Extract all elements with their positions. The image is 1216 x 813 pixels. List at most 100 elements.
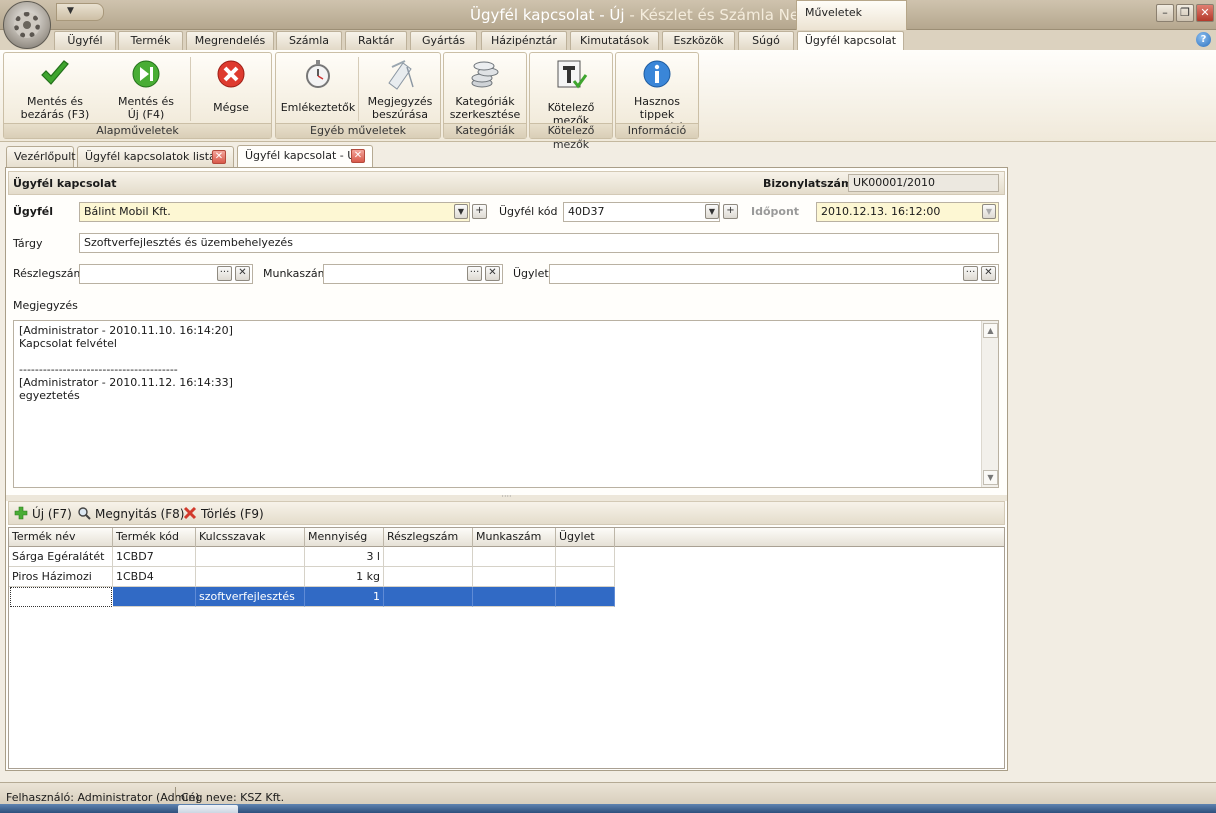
column-header[interactable]: Munkaszám — [473, 528, 556, 547]
browse-job-button[interactable]: ··· — [467, 266, 482, 281]
grid-cell[interactable]: Sárga Egéralátét — [9, 547, 113, 567]
customer-select[interactable]: Bálint Mobil Kft. — [79, 202, 470, 222]
column-header[interactable]: Részlegszám — [384, 528, 473, 547]
time-field[interactable]: 2010.12.13. 16:12:00 — [816, 202, 999, 222]
grid-cell[interactable]: 1 kg — [305, 567, 384, 587]
cancel-label: Mégse — [213, 101, 249, 114]
doc-tab-kapcsolatok-listaja[interactable]: Ügyfél kapcsolatok listája ✕ — [77, 146, 234, 167]
grid-cell-editing[interactable] — [10, 587, 112, 607]
grid-cell[interactable] — [473, 547, 556, 567]
grid-cell[interactable]: 1CBD7 — [113, 547, 196, 567]
app-menu-button[interactable] — [3, 1, 51, 49]
clear-department-button[interactable]: ✕ — [235, 266, 250, 281]
grid-cell[interactable] — [556, 587, 615, 607]
open-row-button[interactable]: Megnyitás (F8) — [77, 505, 184, 523]
deal-field[interactable] — [549, 264, 999, 284]
tab-megrendeles[interactable]: Megrendelés — [186, 31, 274, 50]
clear-job-button[interactable]: ✕ — [485, 266, 500, 281]
group-informacio: Hasznos tippek megjelenítése Információ — [615, 52, 699, 139]
new-row-button[interactable]: Új (F7) — [14, 505, 72, 523]
grid-cell[interactable] — [196, 567, 305, 587]
add-customer-button[interactable]: + — [472, 204, 487, 219]
show-tips-button[interactable]: Hasznos tippek megjelenítése — [618, 55, 696, 134]
save-close-label: Mentés és bezárás (F3) — [20, 95, 90, 121]
close-icon[interactable]: ✕ — [351, 149, 365, 163]
form-title: Ügyfél kapcsolat — [13, 177, 117, 190]
minimize-button[interactable]: – — [1156, 4, 1174, 22]
separator — [190, 57, 191, 121]
note-textarea[interactable]: [Administrator - 2010.11.10. 16:14:20] K… — [13, 320, 999, 488]
scroll-down-icon[interactable]: ▼ — [983, 470, 998, 485]
grid-cell[interactable]: szoftverfejlesztés — [196, 587, 305, 607]
taskbar-button[interactable] — [178, 805, 238, 813]
tab-raktar[interactable]: Raktár — [345, 31, 407, 50]
grid-cell[interactable]: 3 l — [305, 547, 384, 567]
close-icon[interactable]: ✕ — [212, 150, 226, 164]
save-new-button[interactable]: Mentés és Új (F4) — [104, 55, 188, 123]
reminders-label: Emlékeztetők — [280, 101, 356, 114]
clear-deal-button[interactable]: ✕ — [981, 266, 996, 281]
tab-szamla[interactable]: Számla — [276, 31, 342, 50]
browse-deal-button[interactable]: ··· — [963, 266, 978, 281]
scroll-up-icon[interactable]: ▲ — [983, 323, 998, 338]
column-header[interactable]: Ügylet — [556, 528, 615, 547]
grid-cell[interactable]: 1CBD4 — [113, 567, 196, 587]
doc-tab-kapcsolat-uj[interactable]: Ügyfél kapcsolat - Új ✕ — [237, 145, 373, 167]
grid-cell[interactable]: Piros Házimozi — [9, 567, 113, 587]
insert-note-button[interactable]: Megjegyzés beszúrása — [362, 55, 438, 123]
column-header[interactable]: Termék kód — [113, 528, 196, 547]
note-scrollbar[interactable]: ▲ ▼ — [981, 321, 998, 487]
grid-cell[interactable] — [473, 567, 556, 587]
grid-cell[interactable] — [196, 547, 305, 567]
tab-ugyfel[interactable]: Ügyfél — [54, 31, 116, 50]
grid-cell[interactable] — [113, 587, 196, 607]
chevron-down-icon[interactable]: ▼ — [67, 6, 74, 16]
tab-sugo[interactable]: Súgó — [738, 31, 794, 50]
restore-button[interactable]: ❐ — [1176, 4, 1194, 22]
reminders-button[interactable]: Emlékeztetők — [280, 55, 356, 123]
doc-number-field: UK00001/2010 — [848, 174, 999, 192]
column-header[interactable]: Kulcsszavak — [196, 528, 305, 547]
tab-gyartas[interactable]: Gyártás — [410, 31, 477, 50]
new-row-label: Új (F7) — [32, 507, 72, 521]
quick-access-toolbar[interactable]: ▼ — [56, 3, 104, 21]
chevron-down-icon[interactable]: ▼ — [982, 204, 996, 219]
help-icon[interactable]: ? — [1196, 32, 1211, 47]
grid-cell[interactable] — [384, 547, 473, 567]
customer-code-select[interactable]: 40D37 — [563, 202, 720, 222]
required-fields-button[interactable]: Kötelező mezők — [532, 55, 610, 127]
tab-kimutatasok[interactable]: Kimutatások — [570, 31, 659, 50]
tab-ugyfel-kapcsolat[interactable]: Ügyfél kapcsolat — [797, 31, 904, 51]
context-tab-muveletek[interactable]: Műveletek — [796, 0, 907, 30]
grid-cell[interactable] — [556, 567, 615, 587]
tab-hazipenztar[interactable]: Házipénztár — [481, 31, 567, 50]
grid-cell[interactable] — [384, 567, 473, 587]
grid-cell[interactable]: 1 — [305, 587, 384, 607]
grid-cell[interactable] — [473, 587, 556, 607]
delete-row-button[interactable]: Törlés (F9) — [183, 505, 264, 523]
department-label: Részlegszám — [13, 267, 85, 280]
column-header[interactable]: Mennyiség — [305, 528, 384, 547]
tab-termek[interactable]: Termék — [118, 31, 183, 50]
group-kategoriak: Kategóriák szerkesztése Kategóriák — [443, 52, 527, 139]
column-header[interactable]: Termék név — [9, 528, 113, 547]
required-fields-icon — [557, 60, 588, 89]
title-bar: ▼ Ügyfél kapcsolat - Új - Készlet és Szá… — [0, 0, 1216, 30]
grid-cell[interactable] — [384, 587, 473, 607]
group-label-alap: Alapműveletek — [4, 123, 271, 138]
tab-eszkozok[interactable]: Eszközök — [662, 31, 735, 50]
add-customer-code-button[interactable]: + — [723, 204, 738, 219]
cancel-button[interactable]: Mégse — [194, 55, 268, 123]
browse-department-button[interactable]: ··· — [217, 266, 232, 281]
job-label: Munkaszám — [263, 267, 329, 280]
grid-cell[interactable] — [556, 547, 615, 567]
edit-categories-button[interactable]: Kategóriák szerkesztése — [446, 55, 524, 123]
ribbon-tab-strip: Ügyfél Termék Megrendelés Számla Raktár … — [0, 30, 1216, 51]
chevron-down-icon[interactable]: ▼ — [705, 204, 719, 219]
chevron-down-icon[interactable]: ▼ — [454, 204, 468, 219]
close-button[interactable]: ✕ — [1196, 4, 1214, 22]
document-tab-strip: Vezérlőpult Ügyfél kapcsolatok listája ✕… — [0, 143, 1216, 167]
doc-tab-vezerlopult[interactable]: Vezérlőpult — [6, 146, 76, 167]
save-close-button[interactable]: Mentés és bezárás (F3) — [10, 55, 100, 123]
subject-field[interactable]: Szoftverfejlesztés és üzembehelyezés — [79, 233, 999, 253]
